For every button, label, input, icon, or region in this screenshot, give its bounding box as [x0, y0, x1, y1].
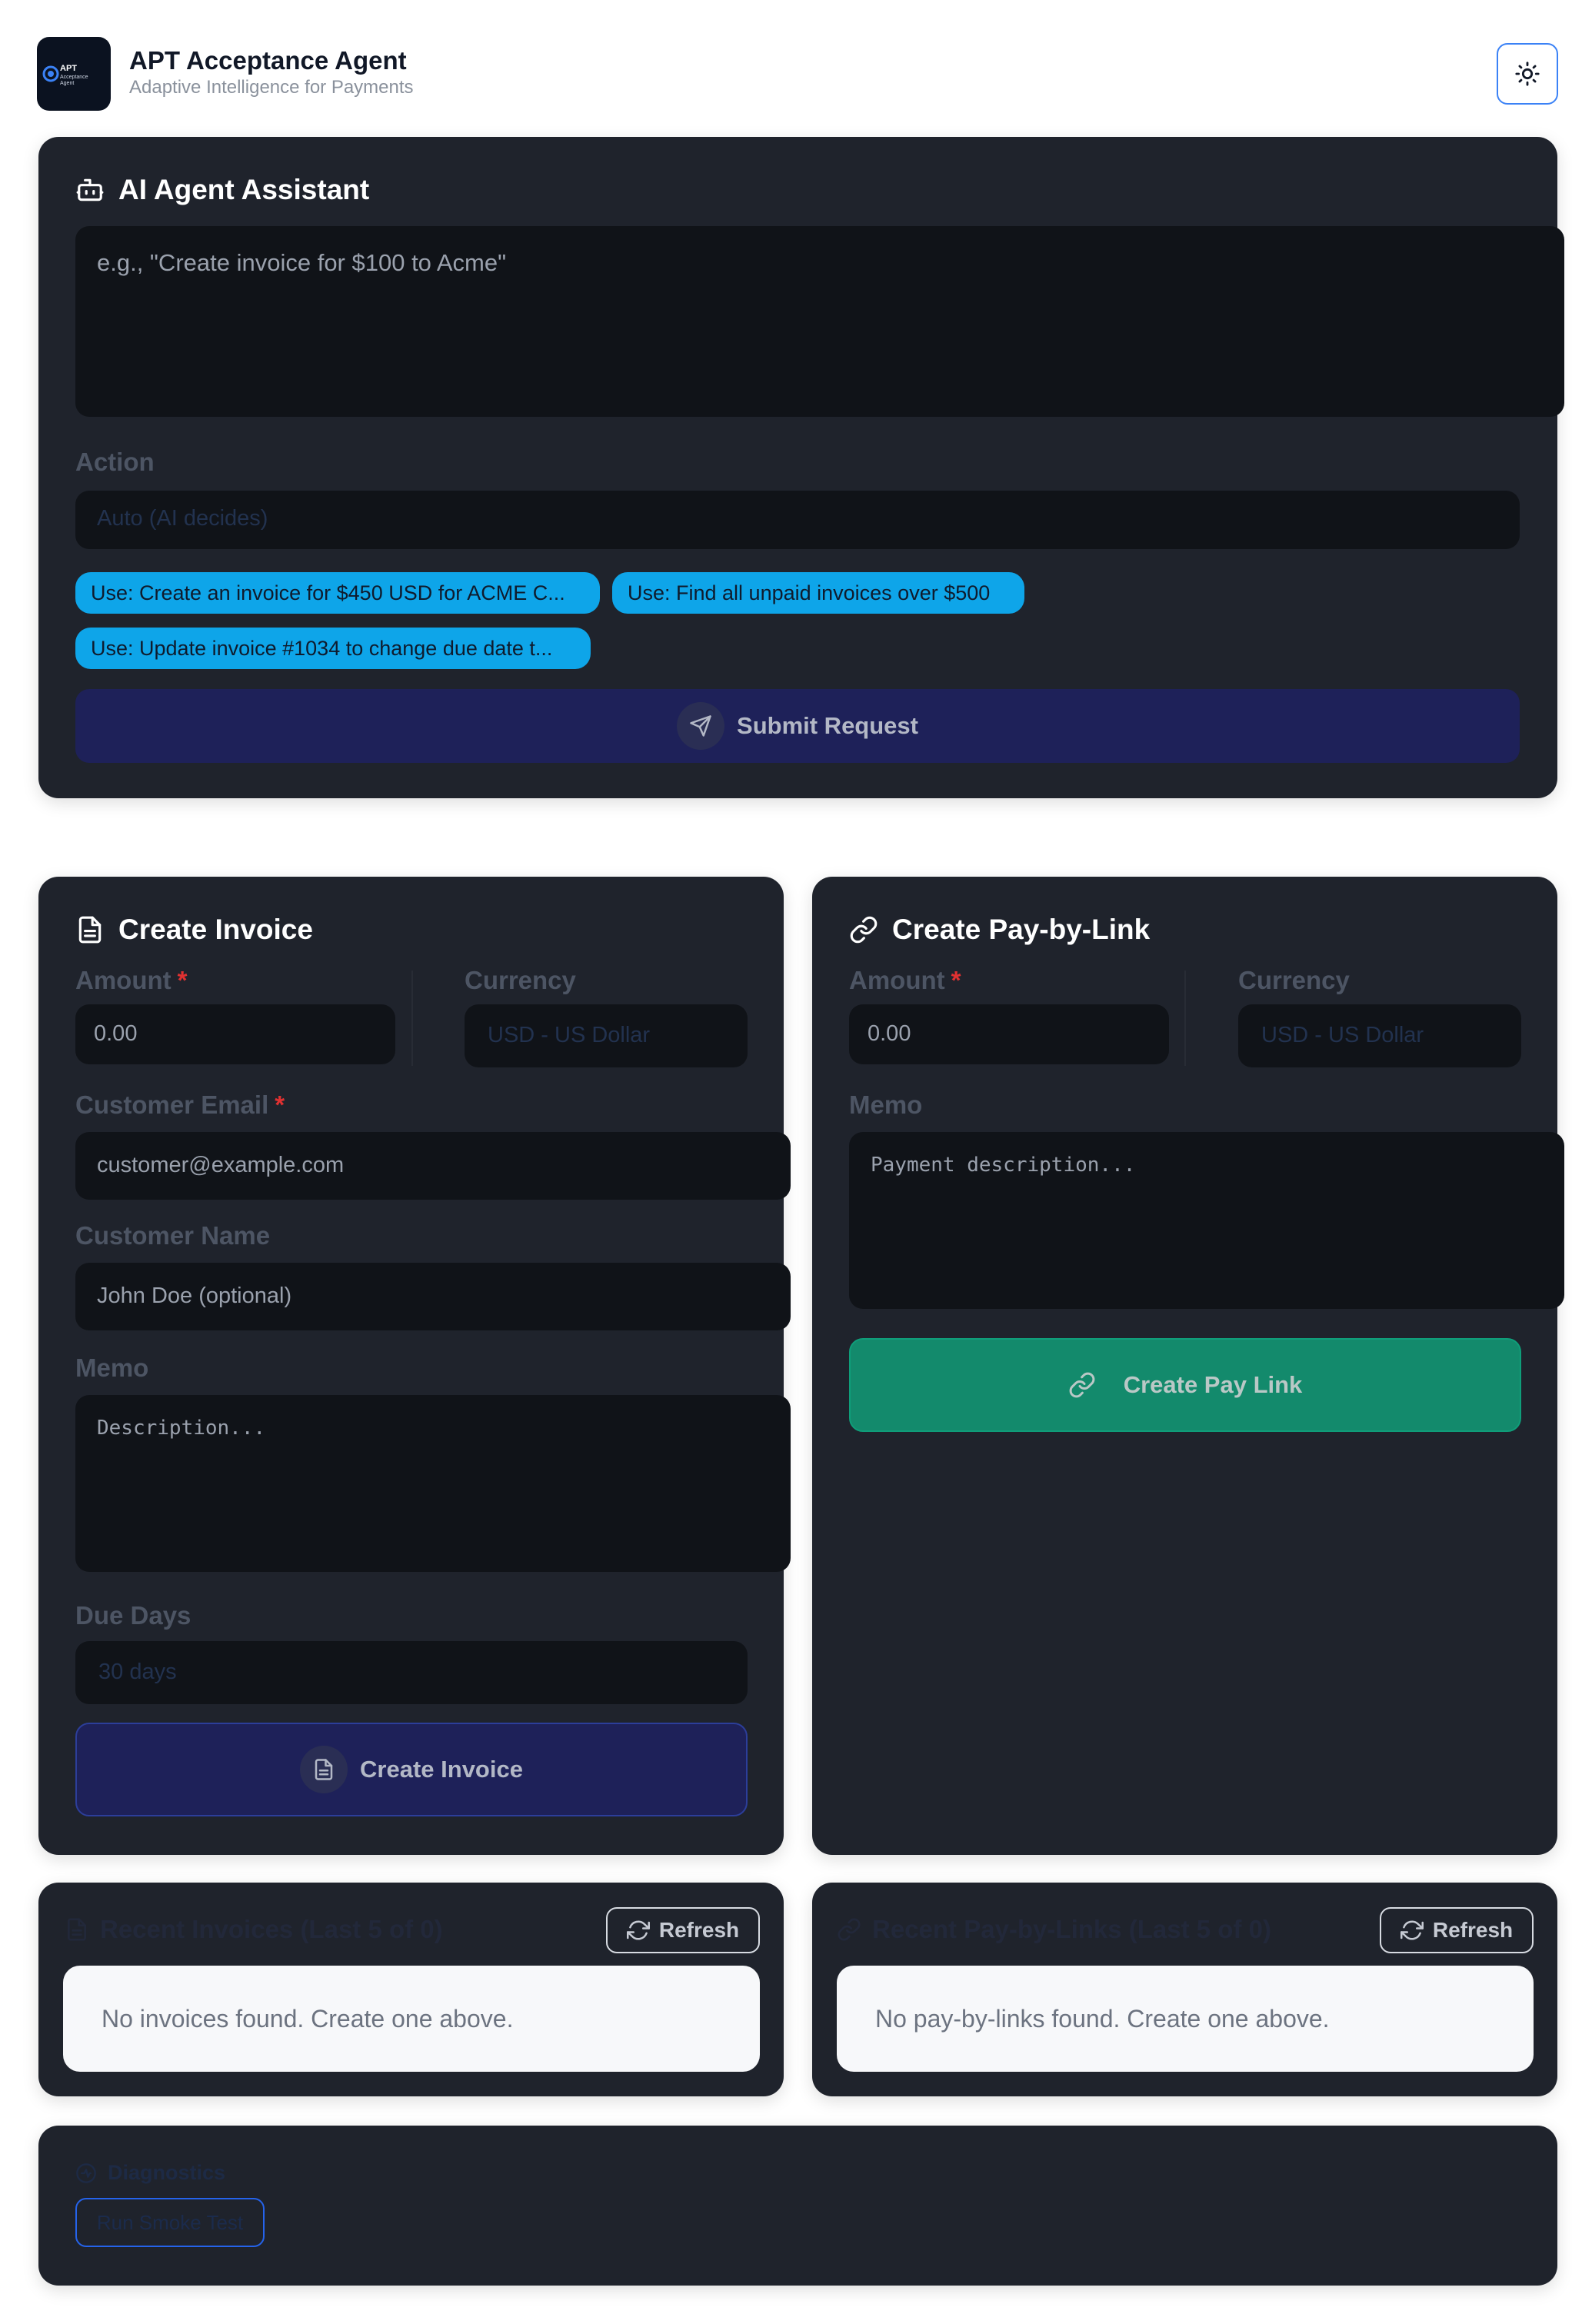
prompt-placeholder: e.g., "Create invoice for $100 to Acme"	[97, 249, 507, 276]
app-subtitle: Adaptive Intelligence for Payments	[129, 77, 414, 98]
invoice-memo-textarea[interactable]: Description...	[75, 1395, 791, 1572]
create-pay-link-button[interactable]: Create Pay Link	[849, 1338, 1521, 1432]
action-select[interactable]: Auto (AI decides)	[75, 491, 1520, 549]
customer-name-label: Customer Name	[75, 1221, 271, 1250]
invoice-currency-select[interactable]: USD - US Dollar	[465, 1004, 748, 1067]
diagnostics-title: Diagnostics	[75, 2161, 225, 2185]
required-mark: *	[275, 1090, 285, 1119]
paylink-memo-textarea[interactable]: Payment description...	[849, 1132, 1564, 1309]
invoice-memo-placeholder: Description...	[97, 1417, 266, 1440]
recent-invoices-title: Recent Invoices (Last 5 of 0)	[65, 1915, 443, 1944]
due-days-value: 30 days	[98, 1660, 177, 1684]
required-mark: *	[177, 966, 188, 994]
invoice-amount-label: Amount *	[75, 966, 188, 994]
invoice-currency-label: Currency	[465, 966, 576, 994]
action-label: Action	[75, 448, 155, 476]
create-paylink-title: Create Pay-by-Link	[849, 914, 1150, 946]
recent-invoices-title-text: Recent Invoices (Last 5 of 0)	[100, 1915, 443, 1943]
link-icon	[850, 916, 878, 944]
theme-toggle-button[interactable]	[1497, 43, 1558, 105]
paylink-memo-placeholder: Payment description...	[871, 1154, 1136, 1177]
paylink-currency-label: Currency	[1238, 966, 1350, 994]
paylink-amount-placeholder: 0.00	[868, 1021, 911, 1046]
create-invoice-button[interactable]: Create Invoice	[75, 1723, 748, 1816]
paylink-currency-select[interactable]: USD - US Dollar	[1238, 1004, 1521, 1067]
suggestion-chip-2[interactable]: Use: Find all unpaid invoices over $500	[612, 572, 1024, 614]
create-paylink-title-text: Create Pay-by-Link	[892, 914, 1151, 945]
refresh-paylinks-button[interactable]: Refresh	[1380, 1907, 1534, 1953]
action-select-value: Auto (AI decides)	[97, 506, 268, 531]
recent-paylinks-title-text: Recent Pay-by-Links (Last 5 of 0)	[872, 1915, 1271, 1943]
app-logo: APT Acceptance Agent	[37, 37, 111, 111]
invoice-memo-label: Memo	[75, 1353, 149, 1382]
customer-name-input[interactable]: John Doe (optional)	[75, 1263, 791, 1330]
paylink-amount-input[interactable]: 0.00	[849, 1004, 1169, 1064]
sun-icon	[1515, 62, 1540, 86]
svg-text:Agent: Agent	[60, 81, 74, 86]
diagnostics-card	[38, 2126, 1557, 2286]
send-icon	[677, 702, 725, 750]
refresh-invoices-button[interactable]: Refresh	[606, 1907, 760, 1953]
submit-request-label: Submit Request	[737, 712, 918, 739]
invoice-amount-input[interactable]: 0.00	[75, 1004, 395, 1064]
suggestion-chip-1[interactable]: Use: Create an invoice for $450 USD for …	[75, 572, 600, 614]
logo-mark-icon: APT Acceptance Agent	[42, 64, 88, 86]
refresh-icon	[626, 1920, 650, 1940]
bot-icon	[76, 178, 104, 201]
diagnostics-title-text: Diagnostics	[108, 2161, 226, 2184]
create-pay-link-label: Create Pay Link	[1123, 1371, 1303, 1398]
file-text-icon	[68, 1918, 86, 1941]
prompt-textarea[interactable]: e.g., "Create invoice for $100 to Acme"	[75, 226, 1564, 417]
required-mark: *	[951, 966, 961, 994]
submit-request-button[interactable]: Submit Request	[75, 689, 1520, 763]
svg-text:Acceptance: Acceptance	[60, 75, 88, 80]
refresh-label: Refresh	[1432, 1918, 1514, 1942]
field-divider	[411, 971, 413, 1066]
run-smoke-test-button[interactable]: Run Smoke Test	[75, 2198, 265, 2247]
ai-assistant-title: AI Agent Assistant	[75, 174, 369, 206]
svg-text:APT: APT	[60, 64, 77, 73]
link-icon	[838, 1918, 861, 1941]
invoices-empty-state: No invoices found. Create one above.	[63, 1966, 760, 2072]
invoice-amount-placeholder: 0.00	[94, 1021, 138, 1046]
activity-icon	[76, 2163, 96, 2183]
paylink-amount-label: Amount *	[849, 966, 961, 994]
refresh-label: Refresh	[658, 1918, 740, 1942]
paylink-currency-value: USD - US Dollar	[1261, 1023, 1424, 1047]
create-invoice-title-text: Create Invoice	[118, 914, 313, 945]
due-days-label: Due Days	[75, 1601, 192, 1630]
customer-email-placeholder: customer@example.com	[97, 1153, 345, 1177]
refresh-icon	[1400, 1920, 1424, 1940]
field-divider	[1184, 971, 1186, 1066]
link-icon	[1069, 1372, 1095, 1398]
paylinks-empty-state: No pay-by-links found. Create one above.	[837, 1966, 1534, 2072]
recent-paylinks-title: Recent Pay-by-Links (Last 5 of 0)	[837, 1915, 1271, 1944]
file-text-icon	[300, 1746, 348, 1793]
customer-name-placeholder: John Doe (optional)	[97, 1284, 292, 1308]
app-title: APT Acceptance Agent	[129, 46, 407, 75]
file-text-icon	[78, 916, 102, 944]
ai-assistant-title-text: AI Agent Assistant	[118, 174, 370, 205]
customer-email-label: Customer Email *	[75, 1090, 285, 1119]
create-invoice-title: Create Invoice	[75, 914, 313, 946]
due-days-select[interactable]: 30 days	[75, 1641, 748, 1704]
create-invoice-button-label: Create Invoice	[360, 1756, 523, 1783]
suggestion-chip-3[interactable]: Use: Update invoice #1034 to change due …	[75, 628, 591, 669]
run-smoke-test-label: Run Smoke Test	[96, 2210, 244, 2234]
paylink-memo-label: Memo	[849, 1090, 923, 1119]
invoice-currency-value: USD - US Dollar	[488, 1023, 651, 1047]
customer-email-input[interactable]: customer@example.com	[75, 1132, 791, 1200]
